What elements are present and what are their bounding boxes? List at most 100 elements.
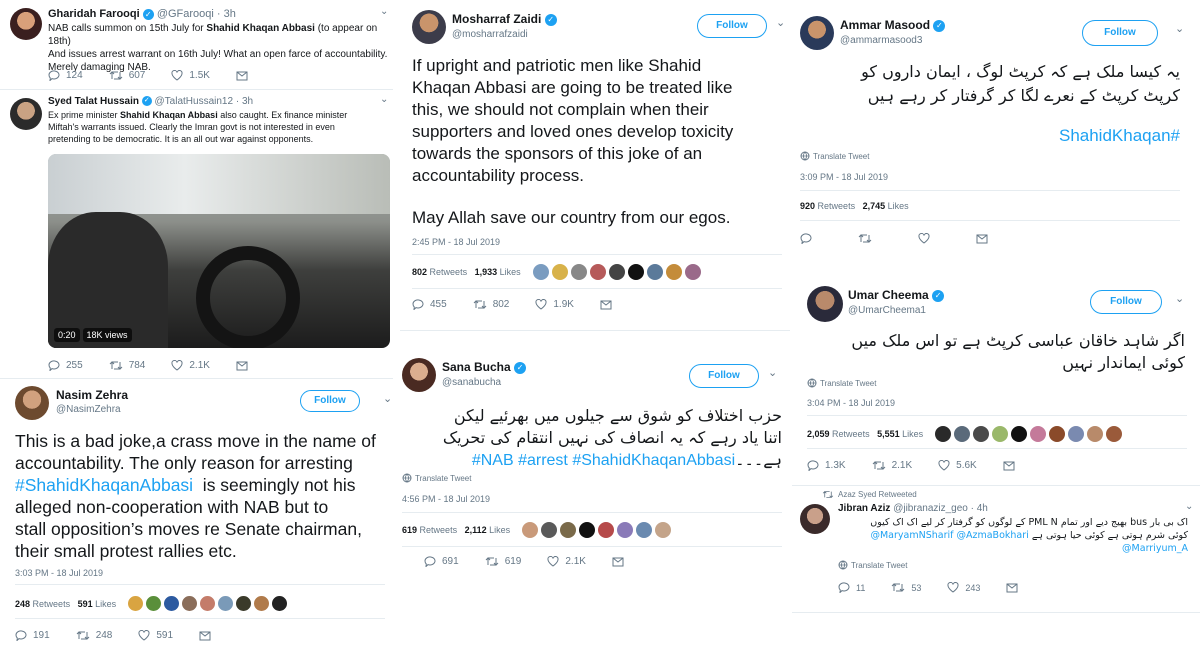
liker-avatars[interactable] [532, 264, 704, 280]
chevron-down-icon[interactable]: ⌄ [380, 94, 388, 105]
liker-avatar [1030, 426, 1047, 442]
retweet-button[interactable]: 607 [109, 70, 145, 81]
follow-button[interactable]: Follow [1082, 20, 1158, 46]
avatar[interactable] [800, 504, 830, 534]
follow-button[interactable]: Follow [689, 364, 759, 388]
retweet-button[interactable] [858, 233, 878, 244]
globe-icon [838, 560, 848, 570]
message-button[interactable] [1006, 583, 1024, 593]
author-name[interactable]: Syed Talat Hussain [48, 96, 139, 107]
mention-link[interactable]: @Marriyum_A [1122, 543, 1188, 554]
hashtag-link[interactable]: #ShahidKhaqanAbbasi [15, 475, 193, 495]
retweet-button[interactable]: 784 [109, 360, 145, 371]
chevron-down-icon[interactable]: ⌄ [383, 392, 392, 405]
retweet-button[interactable]: 53 [891, 582, 921, 593]
retweet-button[interactable]: 802 [473, 299, 509, 310]
hashtag-link[interactable]: #NAB #arrest #ShahidKhaqanAbbasi [472, 452, 735, 469]
reply-button[interactable]: 255 [48, 360, 83, 371]
tweet-date[interactable]: 3:03 PM - 18 Jul 2019 [15, 568, 103, 578]
retweet-button[interactable]: 619 [485, 556, 521, 567]
hashtag-link[interactable]: #ShahidKhaqan [1059, 126, 1180, 145]
video-player[interactable]: 0:20 18K views [48, 154, 390, 348]
author-name[interactable]: Mosharraf Zaidi [452, 12, 541, 26]
reply-button[interactable]: 124 [48, 70, 83, 81]
message-button[interactable] [1003, 461, 1021, 471]
like-button[interactable]: 243 [947, 582, 980, 593]
follow-button[interactable]: Follow [300, 390, 360, 412]
like-button[interactable]: 2.1K [547, 556, 586, 567]
avatar[interactable] [412, 10, 446, 44]
author-handle[interactable]: @ammarmasood3 [840, 35, 945, 46]
heart-icon [171, 360, 183, 371]
chevron-down-icon[interactable]: ⌄ [1185, 501, 1193, 512]
reply-button[interactable] [800, 233, 818, 244]
tweet-date[interactable]: 4:56 PM - 18 Jul 2019 [402, 494, 490, 504]
reply-button[interactable]: 1.3K [807, 460, 846, 471]
message-button[interactable] [236, 361, 254, 371]
author-handle[interactable]: @mosharrafzaidi [452, 29, 557, 40]
translate-tweet-link[interactable]: Translate Tweet [807, 378, 876, 388]
retweet-button[interactable]: 2.1K [872, 460, 912, 471]
author-handle[interactable]: @sanabucha [442, 377, 526, 388]
retweet-button[interactable]: 248 [76, 630, 112, 641]
tweet-date[interactable]: 2:45 PM - 18 Jul 2019 [412, 237, 500, 247]
avatar[interactable] [807, 286, 843, 322]
like-button[interactable]: 1.9K [535, 299, 574, 310]
author-handle[interactable]: @jibranaziz_geo [893, 503, 968, 514]
author-handle[interactable]: @NasimZehra [56, 404, 128, 415]
liker-avatars[interactable] [522, 522, 674, 538]
like-button[interactable]: 591 [138, 630, 173, 641]
chevron-down-icon[interactable]: ⌄ [1175, 22, 1184, 35]
author-name[interactable]: Sana Bucha [442, 360, 511, 374]
retweet-icon [858, 234, 872, 243]
reply-icon [15, 630, 27, 641]
retweeted-by[interactable]: Azaz Syed Retweeted [822, 490, 917, 499]
chevron-down-icon[interactable]: ⌄ [1175, 292, 1184, 305]
liker-avatar [1106, 426, 1123, 442]
like-button[interactable]: 5.6K [938, 460, 977, 471]
chevron-down-icon[interactable]: ⌄ [380, 6, 388, 17]
avatar[interactable] [800, 16, 834, 50]
avatar[interactable] [15, 386, 49, 420]
follow-button[interactable]: Follow [1090, 290, 1162, 314]
author-handle[interactable]: @TalatHussain12 [155, 96, 234, 107]
message-button[interactable] [600, 300, 618, 310]
mention-link[interactable]: @AzmaBokhari [957, 530, 1029, 541]
tweet-time[interactable]: 3h [242, 96, 253, 107]
author-name[interactable]: Gharidah Farooqi [48, 8, 140, 20]
message-button[interactable] [612, 557, 630, 567]
mail-icon [612, 557, 624, 566]
reply-button[interactable]: 191 [15, 630, 50, 641]
avatar[interactable] [402, 358, 436, 392]
translate-tweet-link[interactable]: Translate Tweet [800, 151, 869, 161]
mention-link[interactable]: @MaryamNSharif [870, 530, 953, 541]
tweet-time[interactable]: 3h [224, 8, 236, 20]
author-handle[interactable]: @UmarCheema1 [848, 305, 944, 316]
author-name[interactable]: Jibran Aziz [838, 503, 890, 514]
reply-button[interactable]: 691 [424, 556, 459, 567]
message-button[interactable] [199, 631, 217, 641]
tweet-date[interactable]: 3:04 PM - 18 Jul 2019 [807, 398, 895, 408]
reply-button[interactable]: 455 [412, 299, 447, 310]
tweet-time[interactable]: 4h [977, 503, 988, 514]
tweet-date[interactable]: 3:09 PM - 18 Jul 2019 [800, 172, 888, 182]
avatar[interactable] [10, 8, 42, 40]
message-button[interactable] [976, 234, 994, 244]
translate-tweet-link[interactable]: Translate Tweet [838, 560, 907, 570]
author-name[interactable]: Umar Cheema [848, 288, 929, 302]
reply-button[interactable]: 11 [838, 582, 865, 593]
liker-avatars[interactable] [935, 426, 1125, 442]
author-name[interactable]: Nasim Zehra [56, 388, 128, 402]
message-button[interactable] [236, 71, 254, 81]
like-button[interactable] [918, 233, 936, 244]
author-name[interactable]: Ammar Masood [840, 18, 930, 32]
translate-tweet-link[interactable]: Translate Tweet [402, 473, 471, 483]
like-button[interactable]: 1.5K [171, 70, 210, 81]
author-handle[interactable]: @GFarooqi [157, 8, 214, 20]
follow-button[interactable]: Follow [697, 14, 767, 38]
chevron-down-icon[interactable]: ⌄ [768, 366, 777, 379]
chevron-down-icon[interactable]: ⌄ [776, 16, 785, 29]
like-button[interactable]: 2.1K [171, 360, 210, 371]
liker-avatars[interactable] [128, 596, 290, 611]
avatar[interactable] [10, 98, 42, 130]
